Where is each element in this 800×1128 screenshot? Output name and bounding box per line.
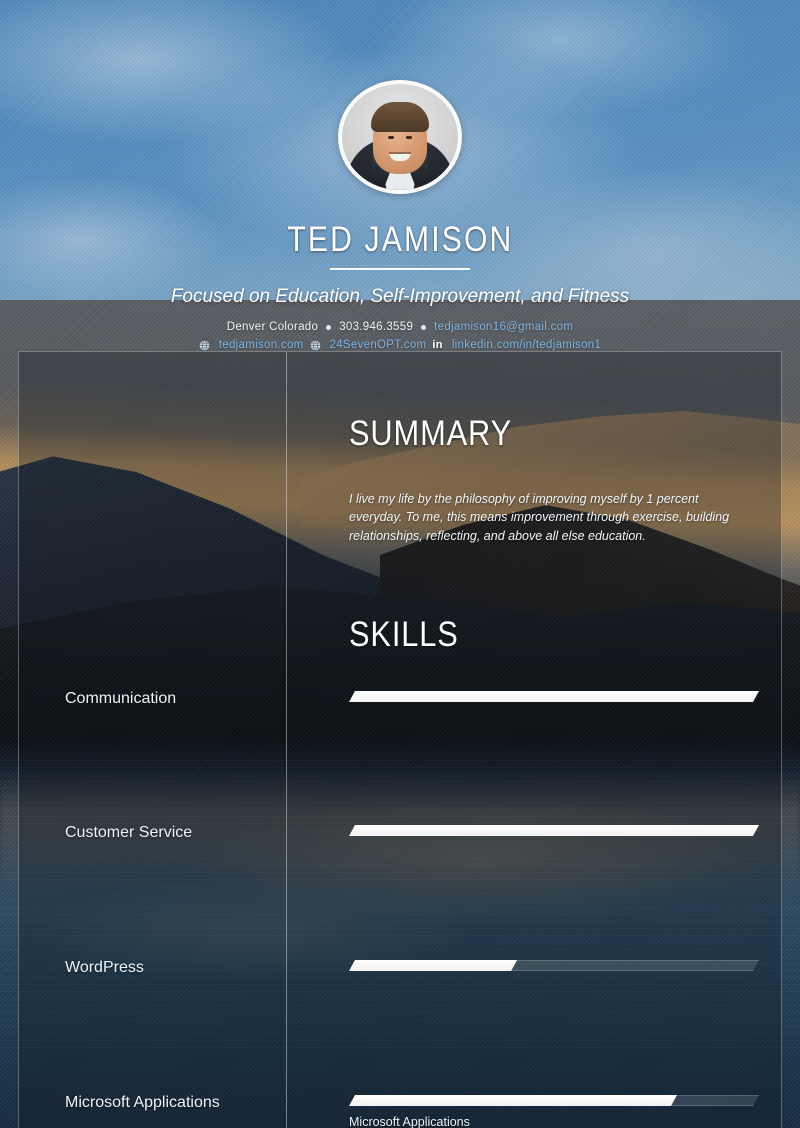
page-title: TED JAMISON xyxy=(286,220,513,260)
content-panel: Communication Customer Service WordPress… xyxy=(18,351,782,1128)
skill-bar-fill xyxy=(349,825,759,836)
skill-bar-fill xyxy=(349,691,759,702)
skill-bar-microsoft-applications xyxy=(349,1095,759,1106)
separator-dot-icon xyxy=(421,324,427,330)
skill-bar-fill xyxy=(349,1095,677,1106)
tagline: Focused on Education, Self-Improvement, … xyxy=(170,286,630,307)
website-link-1[interactable]: tedjamison.com xyxy=(219,339,304,351)
skill-bar-fill xyxy=(349,960,517,971)
skill-label-microsoft-applications: Microsoft Applications xyxy=(65,1094,220,1111)
globe-icon xyxy=(199,339,210,351)
skill-bar-customer-service xyxy=(349,825,759,836)
location-text: Denver Colorado xyxy=(226,321,319,333)
skill-label-customer-service: Customer Service xyxy=(65,824,193,841)
avatar-eye-left xyxy=(388,136,394,139)
linkedin-icon: in xyxy=(432,339,443,351)
email-link[interactable]: tedjamison16@gmail.com xyxy=(434,321,573,333)
skill-label-communication: Communication xyxy=(65,690,177,707)
avatar xyxy=(338,80,462,195)
left-column: Communication Customer Service WordPress… xyxy=(19,352,286,1128)
summary-text: I live my life by the philosophy of impr… xyxy=(349,492,730,543)
avatar-eye-right xyxy=(406,136,412,139)
skill-bar-wordpress xyxy=(349,960,759,971)
resume-page: TED JAMISON Focused on Education, Self-I… xyxy=(0,0,800,1128)
phone-text: 303.946.3559 xyxy=(339,321,414,333)
resume-header: TED JAMISON Focused on Education, Self-I… xyxy=(0,0,800,351)
contact-line-primary: Denver Colorado 303.946.3559 tedjamison1… xyxy=(227,321,573,333)
skills-section-title: SKILLS xyxy=(349,615,459,654)
skill-bar-communication xyxy=(349,691,759,702)
globe-icon xyxy=(310,339,321,351)
avatar-hair xyxy=(371,102,429,132)
skill-sublabel-microsoft-applications: Microsoft Applications xyxy=(349,1115,470,1128)
title-underline xyxy=(330,268,470,270)
separator-dot-icon xyxy=(326,324,332,330)
summary-section-title: SUMMARY xyxy=(349,414,513,453)
right-column: SUMMARY I live my life by the philosophy… xyxy=(287,352,783,1128)
contact-line-secondary: tedjamison.com 24SevenOPT.com in linkedi… xyxy=(199,339,601,351)
website-link-2[interactable]: 24SevenOPT.com xyxy=(330,339,427,351)
linkedin-link[interactable]: linkedin.com/in/tedjamison1 xyxy=(452,339,601,351)
skill-label-wordpress: WordPress xyxy=(65,959,144,976)
